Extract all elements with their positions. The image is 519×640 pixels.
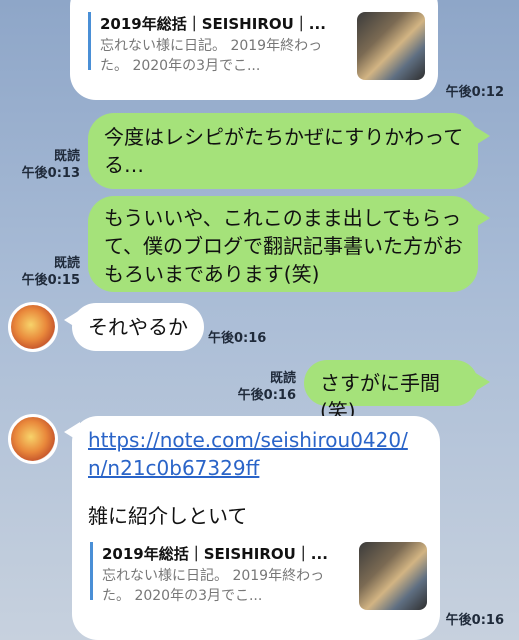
preview-description: 忘れない様に日記。 2019年終わった。 2020年の3月でこ... — [100, 38, 323, 74]
read-receipt: 既読 — [53, 149, 80, 164]
preview-accent-bar — [90, 542, 93, 600]
message-text: もういいや、これこのまま出してもらって、僕のブログで翻訳記事書いた方がおもろいま… — [104, 206, 463, 286]
sent-message-bubble[interactable]: もういいや、これこのまま出してもらって、僕のブログで翻訳記事書いた方がおもろいま… — [88, 196, 478, 292]
message-time: 午後0:12 — [445, 85, 504, 100]
message-link[interactable]: https://note.com/seishirou0420/n/n21c0b6… — [88, 426, 418, 482]
message-text: 雑に紹介しといて — [88, 504, 248, 528]
message-time: 午後0:15 — [21, 273, 80, 288]
bubble-tail — [474, 372, 490, 392]
read-receipt: 既読 — [269, 371, 296, 386]
avatar-icon[interactable] — [8, 414, 58, 464]
thumbnail-image — [359, 542, 427, 610]
avatar-icon[interactable] — [8, 302, 58, 352]
received-link-message-bubble[interactable]: https://note.com/seishirou0420/n/n21c0b6… — [72, 416, 440, 640]
preview-title: 2019年総括｜SEISHIROU｜... — [100, 15, 326, 33]
read-receipt: 既読 — [53, 256, 80, 271]
bubble-tail — [474, 208, 490, 228]
message-text: 今度はレシピがたちかぜにすりかわってる… — [104, 125, 464, 177]
message-time: 午後0:16 — [445, 613, 504, 628]
preview-accent-bar — [88, 12, 91, 70]
sent-message-bubble[interactable]: さすがに手間(笑) — [304, 360, 478, 423]
thumbnail-image — [357, 12, 425, 80]
message-time: 午後0:16 — [208, 331, 267, 346]
message-time: 午後0:16 — [237, 388, 296, 403]
received-message-bubble[interactable]: それやるか — [72, 303, 204, 351]
preview-title: 2019年総括｜SEISHIROU｜... — [102, 545, 328, 563]
message-text: それやるか — [88, 315, 188, 339]
preview-description: 忘れない様に日記。 2019年終わった。 2020年の3月でこ... — [102, 568, 325, 604]
sent-message-bubble[interactable]: 今度はレシピがたちかぜにすりかわってる… — [88, 113, 478, 189]
top-preview-bubble[interactable]: 2019年総括｜SEISHIROU｜... 忘れない様に日記。 2019年終わっ… — [70, 0, 438, 100]
message-time: 午後0:13 — [21, 166, 80, 181]
bubble-tail — [474, 126, 490, 146]
